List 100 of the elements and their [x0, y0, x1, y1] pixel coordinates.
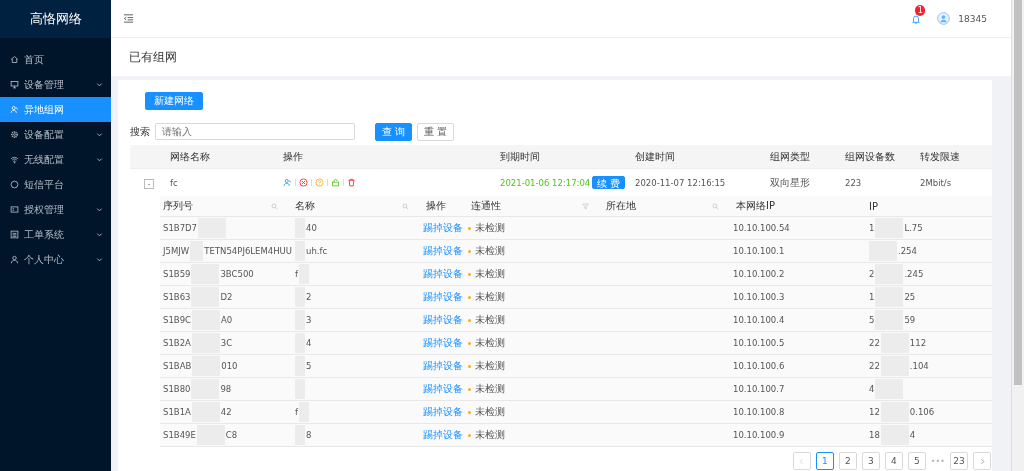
- sidebar-item[interactable]: 授权管理: [0, 197, 111, 222]
- page-button[interactable]: 23: [950, 452, 968, 470]
- sidebar-item[interactable]: 短信平台: [0, 172, 111, 197]
- people-icon[interactable]: [283, 178, 292, 187]
- scrollbar-thumb[interactable]: [1014, 0, 1022, 385]
- next-page-button[interactable]: [973, 452, 991, 470]
- sidebar-item[interactable]: 设备管理: [0, 72, 111, 97]
- previous-page-button[interactable]: [792, 452, 811, 470]
- table-cell: L.75: [904, 223, 923, 233]
- status-dot: [468, 249, 471, 253]
- avatar-icon[interactable]: [937, 12, 951, 25]
- column-header: 名称: [295, 199, 315, 213]
- status-text: 未检测: [475, 382, 505, 396]
- scrollbar[interactable]: [1011, 0, 1024, 471]
- column-header: 组网设备数: [845, 149, 896, 164]
- status-text: 未检测: [475, 221, 505, 235]
- status-text: 未检测: [475, 405, 505, 419]
- user-name[interactable]: 18345: [958, 13, 987, 24]
- page-title: 已有组网: [129, 48, 177, 66]
- table-cell: S1B63: [163, 292, 191, 302]
- table-cell: S1B2A: [163, 338, 191, 348]
- table-cell-text: 10.10.100.8: [733, 407, 786, 417]
- page-button[interactable]: 3: [861, 452, 880, 470]
- table-cell: 40: [306, 223, 317, 233]
- chevron-left-icon: [798, 457, 806, 465]
- status-text: 未检测: [475, 267, 505, 281]
- table-cell: 4: [869, 384, 875, 394]
- column-header: 本网络IP: [736, 199, 775, 213]
- table-cell-text: 双向星形: [770, 175, 811, 190]
- sidebar-item[interactable]: 无线配置: [0, 147, 111, 172]
- sidebar-item[interactable]: 工单系统: [0, 222, 111, 247]
- table-cell-text: 2Mbit/s: [920, 177, 953, 188]
- table-cell: S1B7D7: [163, 223, 197, 233]
- status-dot: [468, 387, 471, 391]
- question-circle-icon[interactable]: [315, 178, 324, 187]
- table-cell: .245: [904, 269, 924, 279]
- close-circle-icon[interactable]: [299, 178, 308, 187]
- table-cell: 12: [869, 407, 880, 417]
- table-cell: 112: [909, 338, 927, 348]
- logo-text: 高恪网络: [29, 10, 82, 28]
- page-button[interactable]: 5: [907, 452, 926, 470]
- table-cell: 3: [306, 315, 312, 325]
- table-cell: 1: [869, 292, 875, 302]
- search-label: 搜索: [130, 124, 150, 139]
- lock-icon[interactable]: [331, 178, 340, 187]
- table-cell: 4: [909, 430, 916, 440]
- table-cell: 59: [904, 315, 916, 325]
- column-header: 网络名称: [170, 149, 211, 164]
- page-button[interactable]: 2: [838, 452, 857, 470]
- sidebar-item[interactable]: 首页: [0, 47, 111, 72]
- status-dot: [468, 433, 471, 437]
- page-button[interactable]: 4: [884, 452, 903, 470]
- table-cell-text: 10.10.100.6: [733, 361, 786, 371]
- circle-icon: [10, 180, 19, 189]
- table-cell: S1B49E: [163, 430, 196, 440]
- monitor-icon: [10, 80, 19, 89]
- status-text: 未检测: [475, 244, 505, 258]
- table-cell: f: [295, 269, 298, 279]
- table-cell: S1B59: [163, 269, 191, 279]
- user-icon: [10, 255, 19, 264]
- status-dot: [468, 272, 471, 276]
- expand-toggle[interactable]: -: [144, 178, 154, 189]
- table-cell: 3C: [220, 338, 233, 348]
- status-dot: [468, 318, 471, 322]
- table-cell: 5: [869, 315, 875, 325]
- table-cell-text: 10.10.100.3: [733, 292, 786, 302]
- table-cell: A0: [221, 315, 233, 325]
- bell-icon[interactable]: [911, 13, 922, 24]
- home-icon: [10, 55, 19, 64]
- column-header: 所在地: [606, 199, 636, 213]
- table-cell: 010: [221, 361, 238, 371]
- reset-button[interactable]: 重 置: [417, 122, 454, 141]
- sidebar-item[interactable]: 设备配置: [0, 122, 111, 147]
- filter-icon[interactable]: [582, 202, 589, 210]
- table-cell: 22: [869, 361, 880, 371]
- search-icon[interactable]: [712, 202, 719, 210]
- table-cell-text: 2020-11-07 12:16:15: [635, 177, 727, 188]
- status-dot: [468, 341, 471, 345]
- column-header: 到期时间: [500, 149, 541, 164]
- search-field[interactable]: 请输入: [155, 123, 355, 140]
- table-cell: uh.fc: [306, 246, 328, 256]
- sidebar-item[interactable]: 个人中心: [0, 247, 111, 272]
- table-cell: 8: [306, 430, 312, 440]
- search-icon[interactable]: [271, 202, 278, 210]
- menu-icon[interactable]: [123, 13, 134, 24]
- table-cell: 0.106: [909, 407, 935, 417]
- table-cell: .104: [909, 361, 929, 371]
- column-header: 转发限速: [920, 149, 961, 164]
- status-text: 未检测: [475, 290, 505, 304]
- table-cell: 3BC500: [220, 269, 254, 279]
- table-cell: 22: [869, 338, 880, 348]
- table-cell: 98: [220, 384, 232, 394]
- delete-icon[interactable]: [347, 178, 356, 187]
- table-cell: 2: [306, 292, 312, 302]
- page-button[interactable]: 1: [815, 452, 834, 470]
- gear-icon: [10, 130, 19, 139]
- search-icon[interactable]: [402, 202, 409, 210]
- status-dot: [468, 226, 471, 230]
- table-cell-text: 223: [845, 177, 863, 188]
- table-cell: 25: [904, 292, 916, 302]
